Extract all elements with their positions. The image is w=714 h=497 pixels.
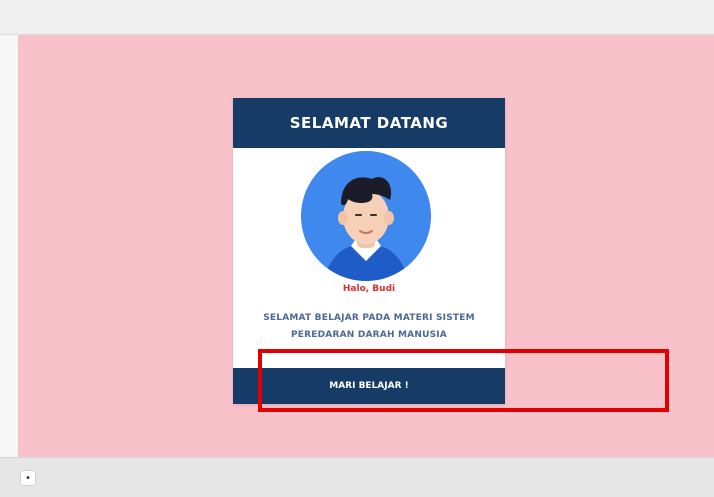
avatar	[301, 151, 431, 281]
welcome-card: SELAMAT DATANG Halo, Budi SELAMAT BELAJA…	[233, 98, 505, 404]
student-avatar-icon	[301, 151, 431, 281]
bottom-control-button[interactable]: •	[20, 470, 36, 486]
window: SELAMAT DATANG Halo, Budi SELAMAT BELAJA…	[0, 0, 714, 497]
greeting-text: Halo, Budi	[342, 284, 396, 294]
start-learning-button[interactable]: MARI BELAJAR !	[233, 368, 505, 404]
top-bar	[0, 0, 714, 35]
welcome-message: SELAMAT BELAJAR PADA MATERI SISTEM PERED…	[263, 313, 475, 340]
welcome-title: SELAMAT DATANG	[233, 98, 505, 148]
bottom-bar	[0, 457, 714, 497]
